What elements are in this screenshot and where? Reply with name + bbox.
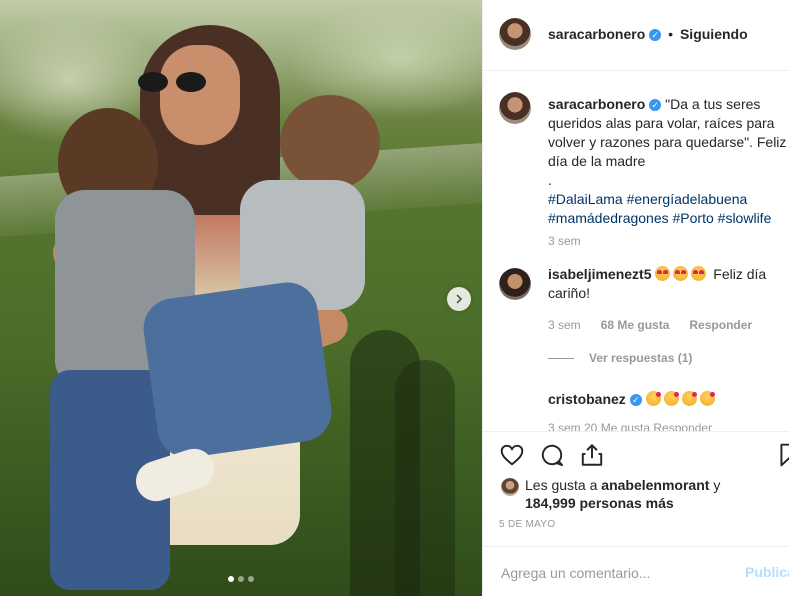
caption-dot: . <box>548 172 552 188</box>
post-header: saracarbonero ✓ • Siguiendo <box>483 0 789 71</box>
replies-divider <box>548 358 574 359</box>
comment-2-username[interactable]: cristobanez <box>548 391 626 407</box>
instagram-post: saracarbonero ✓ • Siguiendo saracarbonero… <box>0 0 789 596</box>
heart-eyes-emoji-icon <box>655 266 671 281</box>
comment-form: Publicar <box>483 546 789 597</box>
following-button[interactable]: Siguiendo <box>680 26 748 42</box>
carousel-next-button[interactable] <box>447 287 471 311</box>
comment-icon[interactable] <box>539 442 565 468</box>
post-photo[interactable] <box>0 0 482 596</box>
carousel-dots <box>228 576 254 582</box>
caption-time[interactable]: 3 sem <box>548 234 581 248</box>
share-icon[interactable] <box>579 442 605 468</box>
caption: saracarbonero ✓ "Da a tus seres queridos … <box>548 95 788 228</box>
comment-1-username[interactable]: isabeljimenezt5 <box>548 266 652 282</box>
verified-icon: ✓ <box>649 29 662 41</box>
likes-count[interactable]: 184,999 personas más <box>525 495 674 511</box>
comment-1-time[interactable]: 3 sem <box>548 318 581 332</box>
comment-1-likes[interactable]: 68 Me gusta <box>601 318 670 332</box>
carousel-dot <box>238 576 244 582</box>
avatar[interactable] <box>499 18 531 50</box>
comment-1: isabeljimenezt5 Feliz día cariño! <box>548 265 788 303</box>
avatar[interactable] <box>499 92 531 124</box>
likes-user[interactable]: anabelenmorant <box>601 477 709 493</box>
header-username[interactable]: saracarbonero <box>548 26 645 42</box>
caption-username[interactable]: saracarbonero <box>548 96 645 112</box>
publish-button[interactable]: Publicar <box>745 564 789 580</box>
reply-button[interactable]: Responder <box>689 318 752 332</box>
view-replies-button[interactable]: Ver respuestas (1) <box>589 351 692 365</box>
verified-icon: ✓ <box>629 394 642 406</box>
kiss-emoji-icon <box>699 391 715 406</box>
carousel-dot <box>228 576 234 582</box>
heart-eyes-emoji-icon <box>673 266 689 281</box>
comments-list[interactable]: saracarbonero ✓ "Da a tus seres queridos … <box>483 71 789 431</box>
avatar[interactable] <box>501 478 519 496</box>
heart-icon[interactable] <box>499 442 525 468</box>
kiss-emoji-icon <box>681 391 697 406</box>
comment-1-meta: 3 sem 68 Me gusta Responder <box>548 318 752 332</box>
action-bar <box>483 431 789 480</box>
comment-input[interactable] <box>499 559 733 587</box>
avatar[interactable] <box>499 268 531 300</box>
header-separator: • <box>668 26 674 42</box>
carousel-dot <box>248 576 254 582</box>
verified-icon: ✓ <box>649 99 662 111</box>
post-date[interactable]: 5 DE MAYO <box>499 519 555 530</box>
hashtags-line-1[interactable]: #DalaiLama #energíadelabuena <box>548 191 747 207</box>
comment-2-meta: 3 sem 20 Me gusta Responder <box>548 421 713 431</box>
kiss-emoji-icon <box>645 391 661 406</box>
likes-conjunction: y <box>713 477 721 493</box>
kiss-emoji-icon <box>663 391 679 406</box>
post-side-panel: saracarbonero ✓ • Siguiendo saracarbonero… <box>482 0 789 596</box>
chevron-right-icon <box>456 294 463 304</box>
likes-summary: Les gusta a anabelenmorant y 184,999 per… <box>499 476 779 512</box>
bookmark-icon[interactable] <box>776 442 789 468</box>
heart-eyes-emoji-icon <box>691 266 707 281</box>
hashtags-line-2[interactable]: #mamádedragones #Porto #slowlife <box>548 210 771 226</box>
comment-2: cristobanez ✓ <box>548 390 788 409</box>
likes-prefix: Les gusta a <box>525 477 598 493</box>
